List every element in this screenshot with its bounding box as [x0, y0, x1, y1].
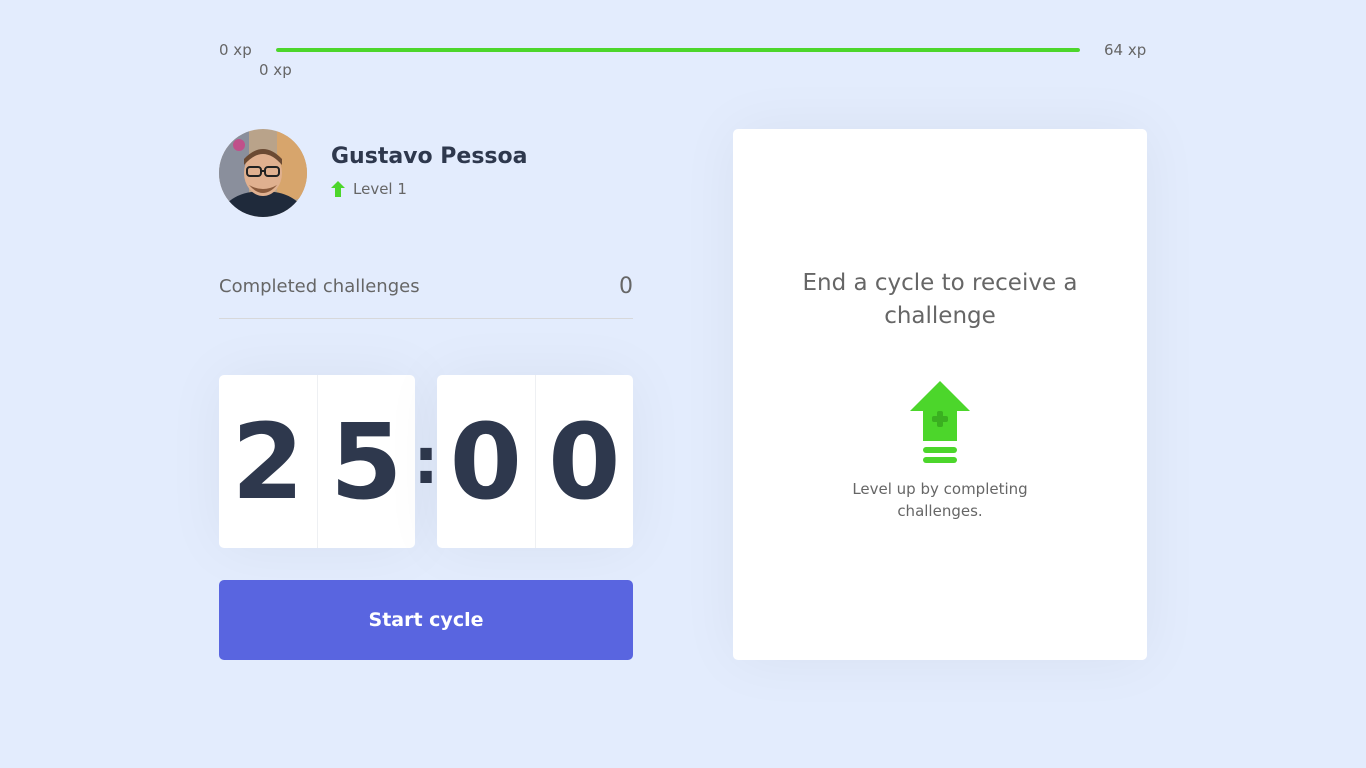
second-digit-ones: 0 — [534, 375, 634, 548]
xp-min-label: 0 xp — [219, 41, 252, 59]
countdown-seconds: 0 0 — [437, 375, 633, 548]
level-up-icon — [910, 381, 970, 463]
completed-challenges: Completed challenges 0 — [219, 270, 633, 319]
second-digit-tens: 0 — [449, 400, 522, 523]
challenge-hint-line-2: challenges. — [897, 502, 983, 520]
countdown-separator: : — [413, 424, 439, 499]
profile-name: Gustavo Pessoa — [331, 144, 528, 169]
experience-bar-fill — [276, 48, 1080, 52]
countdown-minutes: 2 5 — [219, 375, 415, 548]
current-xp-label: 0 xp — [259, 61, 292, 79]
page: 0 xp 0 xp 64 xp Gustavo Pessoa Level 1 C… — [0, 0, 1366, 768]
challenge-box-hint: Level up by completing challenges. — [733, 478, 1147, 522]
experience-bar — [276, 48, 1080, 52]
start-cycle-button[interactable]: Start cycle — [219, 580, 633, 660]
level-label: Level 1 — [353, 180, 407, 198]
challenge-box-title: End a cycle to receive a challenge — [733, 267, 1147, 333]
avatar — [219, 129, 307, 217]
challenge-title-line-1: End a cycle to receive a — [802, 270, 1078, 296]
minute-digit-ones: 5 — [316, 375, 416, 548]
profile-level: Level 1 — [331, 180, 407, 198]
completed-challenges-count: 0 — [619, 274, 633, 299]
completed-challenges-label: Completed challenges — [219, 276, 420, 297]
xp-max-label: 64 xp — [1104, 41, 1147, 59]
challenge-box: End a cycle to receive a challenge Level… — [733, 129, 1147, 660]
challenge-hint-line-1: Level up by completing — [852, 480, 1028, 498]
countdown-timer: 2 5 : 0 0 — [219, 375, 633, 548]
level-up-arrow-icon — [331, 180, 345, 197]
minute-digit-tens: 2 — [231, 400, 304, 523]
avatar-photo — [219, 129, 307, 217]
challenge-title-line-2: challenge — [884, 303, 996, 329]
